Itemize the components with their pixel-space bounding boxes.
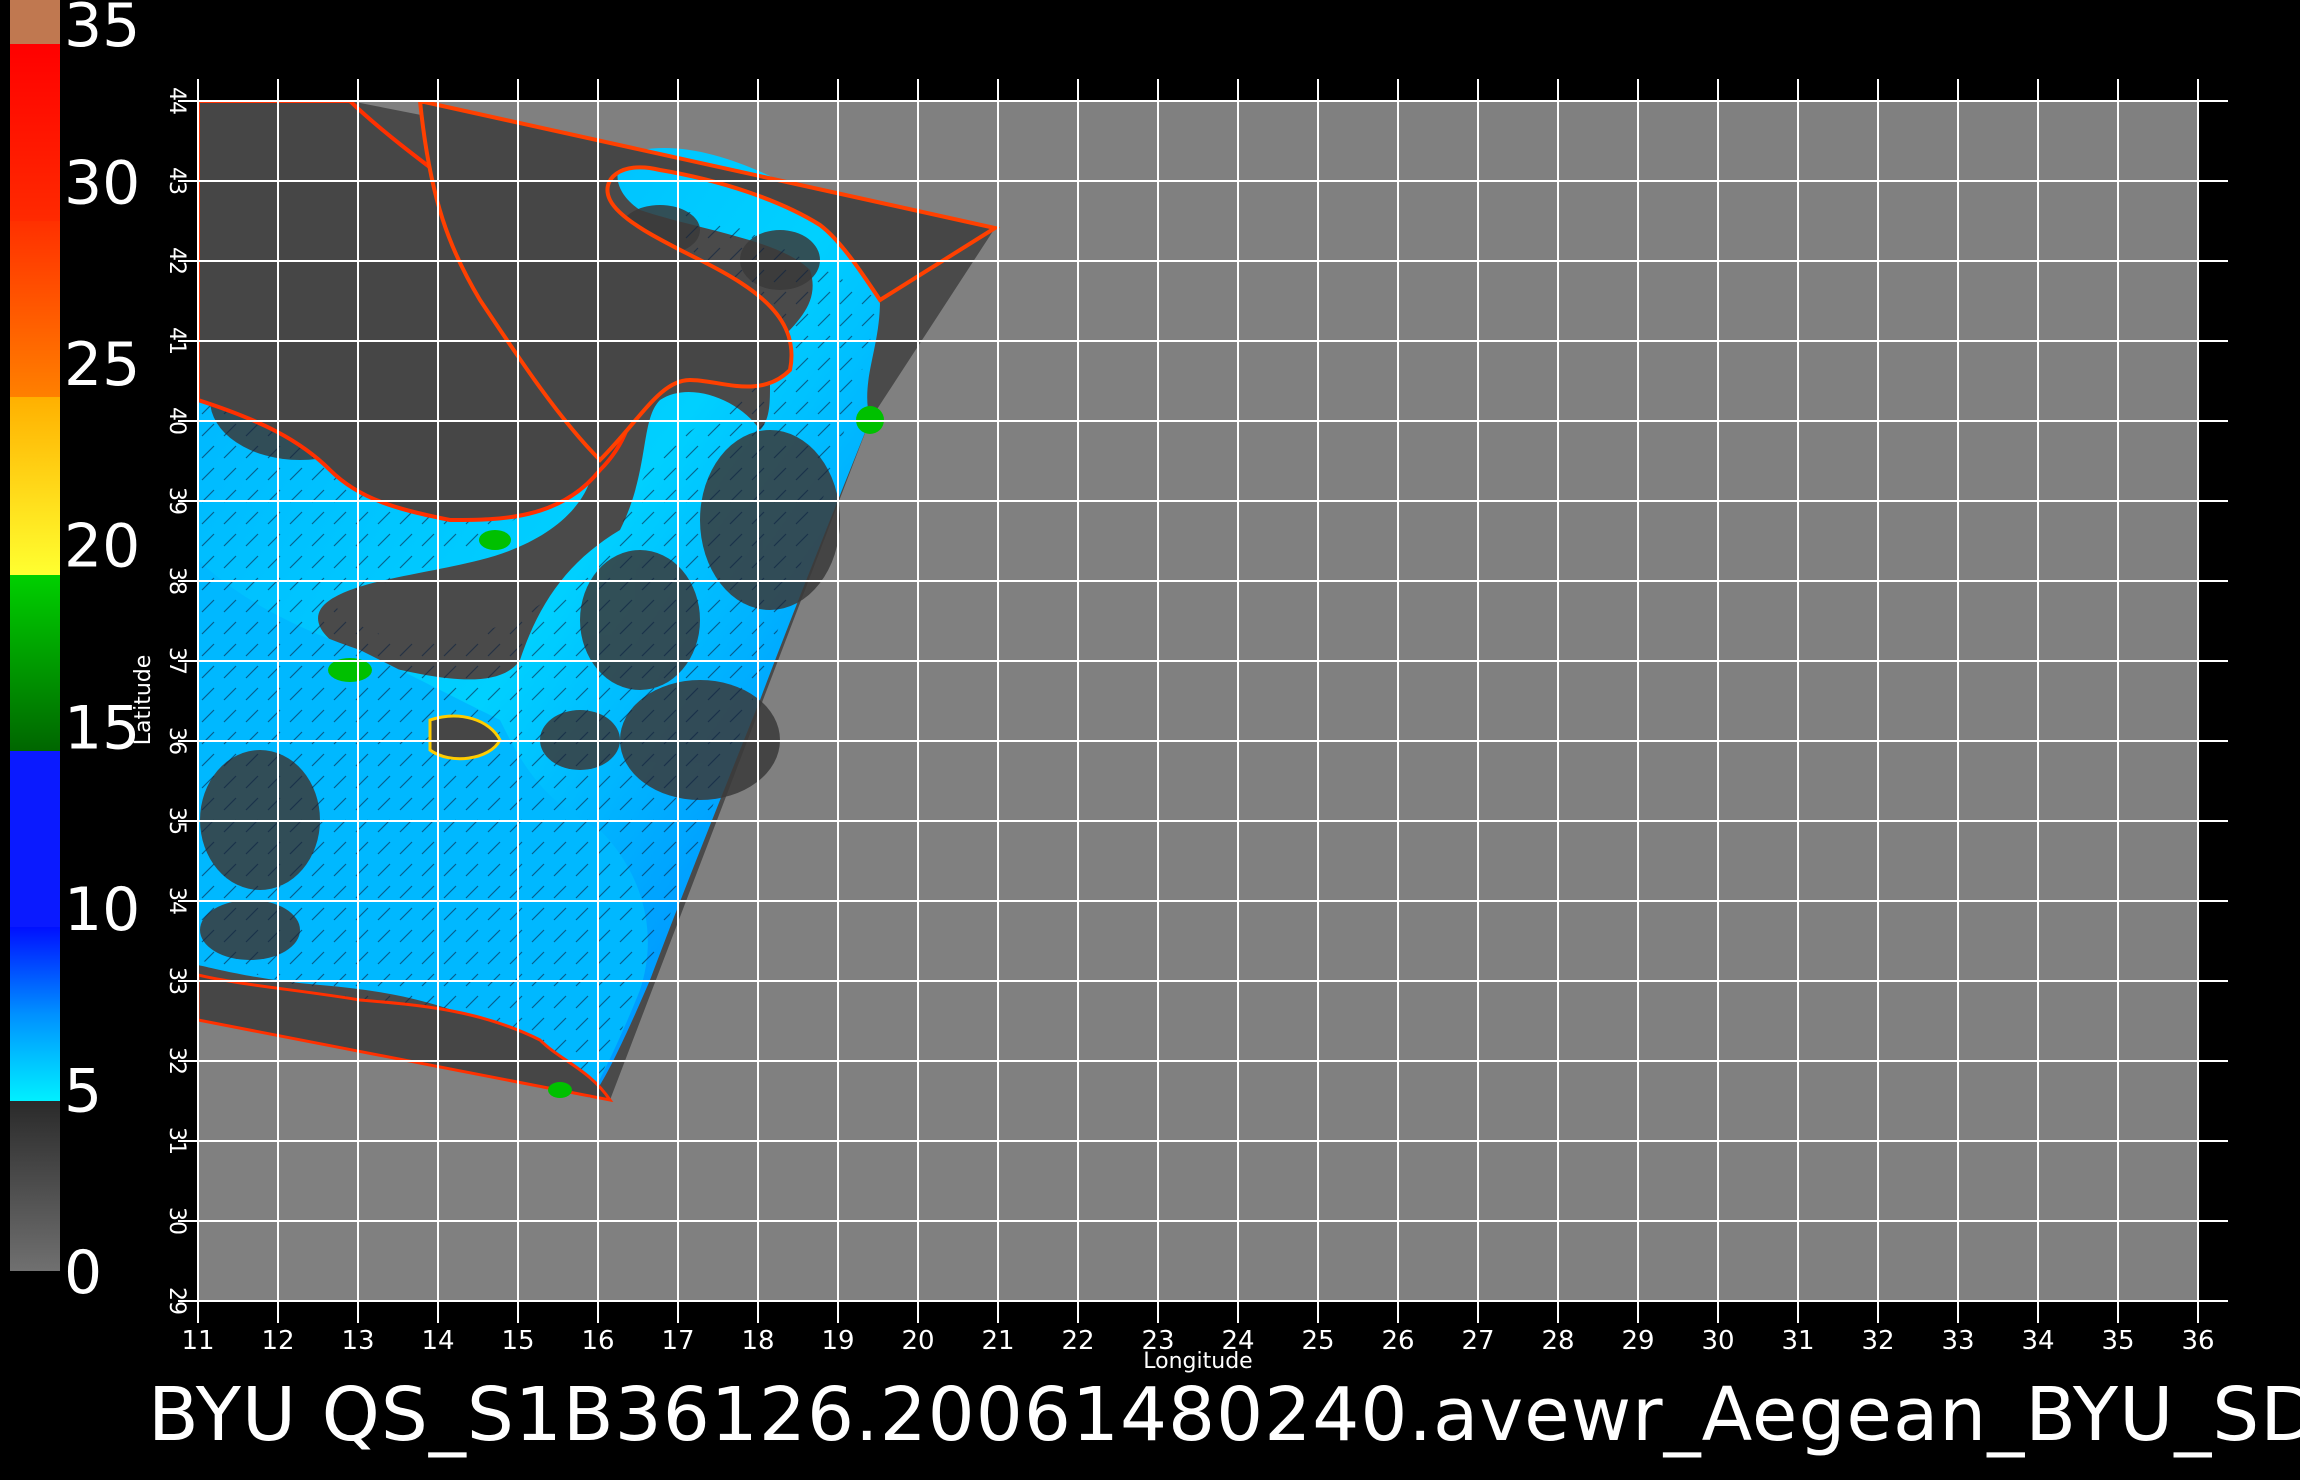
colorbar-label: 20 — [64, 512, 140, 582]
colorbar-segment-10-15 — [10, 751, 60, 927]
lat-tick-label: 29 — [164, 1287, 189, 1315]
colorbar-label: 5 — [64, 1056, 102, 1126]
latitude-tick-labels: 29 30 31 32 33 34 35 36 37 38 39 40 41 42 43 44 — [164, 87, 189, 1315]
lat-tick-label: 37 — [164, 647, 189, 675]
lat-tick-label: 31 — [164, 1127, 189, 1155]
lon-tick-label: 34 — [2021, 1326, 2054, 1356]
map-plot-area: 11 12 13 14 15 16 17 18 19 20 21 22 23 24 25 26 27 28 29 30… — [131, 79, 2228, 1374]
lon-tick-label: 15 — [501, 1326, 534, 1356]
x-axis-label: Longitude — [1143, 1349, 1252, 1374]
lat-tick-label: 34 — [164, 887, 189, 915]
lat-tick-label: 41 — [164, 327, 189, 355]
lon-tick-label: 16 — [581, 1326, 614, 1356]
colorbar-segment-15-20 — [10, 575, 60, 751]
lon-tick-label: 32 — [1861, 1326, 1894, 1356]
lon-tick-label: 29 — [1621, 1326, 1654, 1356]
lat-tick-label: 30 — [164, 1207, 189, 1235]
wind-map-figure: 0 5 10 15 20 25 30 35 11 12 13 14 15 16 17 18 1… — [10, 0, 2228, 1374]
lat-tick-label: 32 — [164, 1047, 189, 1075]
colorbar-label: 30 — [64, 149, 140, 219]
file-caption: BYU QS_S1B36126.20061480240.avewr_Aegean… — [148, 1372, 2300, 1458]
lon-tick-label: 11 — [181, 1326, 214, 1356]
lon-tick-label: 14 — [421, 1326, 454, 1356]
colorbar-label: 15 — [64, 693, 140, 763]
lon-tick-label: 21 — [981, 1326, 1014, 1356]
lon-tick-label: 28 — [1541, 1326, 1574, 1356]
lat-tick-label: 44 — [164, 87, 189, 115]
lat-tick-label: 39 — [164, 487, 189, 515]
lon-tick-label: 35 — [2101, 1326, 2134, 1356]
colorbar-segment-0-5 — [10, 1101, 60, 1271]
lat-tick-label: 40 — [164, 407, 189, 435]
lon-tick-label: 26 — [1381, 1326, 1414, 1356]
colorbar-label: 25 — [64, 330, 140, 400]
lon-tick-label: 30 — [1701, 1326, 1734, 1356]
y-axis-label: Latitude — [131, 655, 156, 746]
lat-tick-label: 38 — [164, 567, 189, 595]
colorbar: 0 5 10 15 20 25 30 35 — [10, 0, 140, 1308]
lon-tick-label: 13 — [341, 1326, 374, 1356]
lat-tick-label: 36 — [164, 727, 189, 755]
colorbar-label: 10 — [64, 875, 140, 945]
colorbar-segment-30-34 — [10, 44, 60, 221]
lon-tick-label: 12 — [261, 1326, 294, 1356]
lat-tick-label: 43 — [164, 167, 189, 195]
high-wind-spot — [479, 530, 511, 550]
lon-tick-label: 36 — [2181, 1326, 2214, 1356]
colorbar-segment-5-10 — [10, 927, 60, 1101]
colorbar-label: 0 — [64, 1238, 102, 1308]
lon-tick-label: 18 — [741, 1326, 774, 1356]
lon-tick-label: 19 — [821, 1326, 854, 1356]
lat-tick-label: 35 — [164, 807, 189, 835]
lat-tick-label: 42 — [164, 247, 189, 275]
lat-tick-label: 33 — [164, 967, 189, 995]
lon-tick-label: 22 — [1061, 1326, 1094, 1356]
colorbar-segment-34-35 — [10, 0, 60, 44]
lon-tick-label: 17 — [661, 1326, 694, 1356]
lon-tick-label: 27 — [1461, 1326, 1494, 1356]
lon-tick-label: 20 — [901, 1326, 934, 1356]
colorbar-segment-25-30 — [10, 221, 60, 397]
lon-tick-label: 25 — [1301, 1326, 1334, 1356]
colorbar-label: 35 — [64, 0, 140, 61]
lon-tick-label: 33 — [1941, 1326, 1974, 1356]
lon-tick-label: 31 — [1781, 1326, 1814, 1356]
high-wind-spot — [548, 1082, 572, 1098]
colorbar-segment-20-25 — [10, 397, 60, 575]
